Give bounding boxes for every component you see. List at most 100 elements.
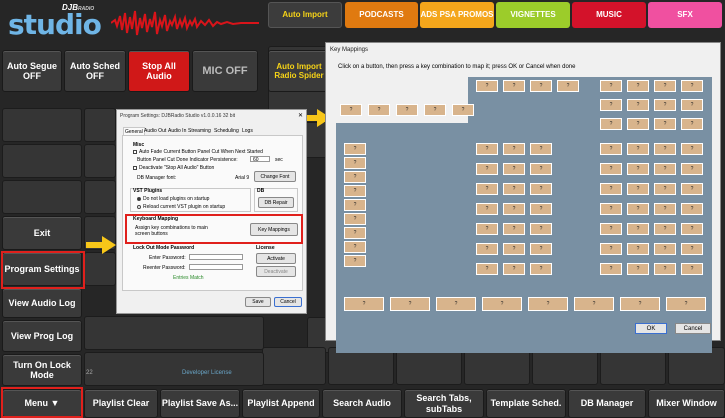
key-mapping-button[interactable]: ? xyxy=(627,243,649,255)
key-mapping-button[interactable]: ? xyxy=(344,185,366,197)
key-mapping-button[interactable]: ? xyxy=(530,183,552,195)
grid-cell[interactable] xyxy=(84,316,264,350)
key-mapping-button[interactable]: ? xyxy=(600,203,622,215)
key-mapping-button[interactable]: ? xyxy=(396,104,418,116)
key-mapping-button[interactable]: ? xyxy=(600,243,622,255)
key-mapping-button[interactable]: ? xyxy=(476,243,498,255)
deactivate-button[interactable]: Deactivate xyxy=(256,266,296,277)
bottom-toolbar-button[interactable]: DB Manager xyxy=(568,389,646,418)
grid-cell[interactable] xyxy=(2,180,82,214)
key-mapping-button[interactable]: ? xyxy=(666,297,706,311)
key-mappings-button[interactable]: Key Mappings xyxy=(250,223,298,236)
key-mapping-button[interactable]: ? xyxy=(530,203,552,215)
key-mapping-button[interactable]: ? xyxy=(600,143,622,155)
key-mapping-button[interactable]: ? xyxy=(503,80,525,92)
key-mapping-button[interactable]: ? xyxy=(600,223,622,235)
key-mapping-button[interactable]: ? xyxy=(627,263,649,275)
key-mapping-button[interactable]: ? xyxy=(654,263,676,275)
key-mapping-button[interactable]: ? xyxy=(681,163,703,175)
enter-password-input[interactable] xyxy=(189,254,243,260)
grid-cell[interactable] xyxy=(2,144,82,178)
key-mapping-button[interactable]: ? xyxy=(344,213,366,225)
key-mapping-button[interactable]: ? xyxy=(600,163,622,175)
key-mapping-button[interactable]: ? xyxy=(654,118,676,130)
key-mapping-button[interactable]: ? xyxy=(530,163,552,175)
key-mapping-button[interactable]: ? xyxy=(557,80,579,92)
key-mapping-button[interactable]: ? xyxy=(344,143,366,155)
key-mapping-button[interactable]: ? xyxy=(482,297,522,311)
view-audio-log-button[interactable]: View Audio Log xyxy=(2,288,82,318)
key-mapping-button[interactable]: ? xyxy=(503,243,525,255)
key-mapping-button[interactable]: ? xyxy=(476,163,498,175)
key-mapping-button[interactable]: ? xyxy=(681,143,703,155)
key-mapping-button[interactable]: ? xyxy=(436,297,476,311)
key-mapping-button[interactable]: ? xyxy=(681,203,703,215)
key-mapping-button[interactable]: ? xyxy=(681,118,703,130)
key-mapping-button[interactable]: ? xyxy=(627,163,649,175)
key-mapping-button[interactable]: ? xyxy=(681,223,703,235)
key-mapping-button[interactable]: ? xyxy=(627,223,649,235)
category-tab[interactable]: Auto Import xyxy=(268,2,342,28)
key-mapping-button[interactable]: ? xyxy=(681,183,703,195)
key-mapping-button[interactable]: ? xyxy=(344,171,366,183)
key-mapping-button[interactable]: ? xyxy=(654,243,676,255)
close-icon[interactable]: ✕ xyxy=(298,112,303,119)
key-mapping-button[interactable]: ? xyxy=(600,263,622,275)
category-tab[interactable]: ADS PSA PROMOS xyxy=(420,2,494,28)
key-mapping-button[interactable]: ? xyxy=(452,104,474,116)
bottom-toolbar-button[interactable]: Playlist Append xyxy=(242,389,320,418)
key-mapping-button[interactable]: ? xyxy=(530,263,552,275)
key-mapping-button[interactable]: ? xyxy=(503,223,525,235)
key-mapping-button[interactable]: ? xyxy=(627,143,649,155)
key-mapping-button[interactable]: ? xyxy=(620,297,660,311)
key-mapping-button[interactable]: ? xyxy=(627,118,649,130)
exit-button[interactable]: Exit xyxy=(2,216,82,250)
grid-cell[interactable] xyxy=(84,180,116,214)
cancel-button[interactable]: Cancel xyxy=(274,297,302,307)
key-mapping-button[interactable]: ? xyxy=(476,143,498,155)
key-mapping-button[interactable]: ? xyxy=(368,104,390,116)
key-mapping-button[interactable]: ? xyxy=(600,99,622,111)
key-mapping-button[interactable]: ? xyxy=(627,203,649,215)
key-mapping-button[interactable]: ? xyxy=(340,104,362,116)
category-tab[interactable]: SFX xyxy=(648,2,722,28)
key-mapping-button[interactable]: ? xyxy=(476,80,498,92)
settings-tab[interactable]: General xyxy=(123,127,145,135)
key-mapping-button[interactable]: ? xyxy=(681,99,703,111)
key-mapping-button[interactable]: ? xyxy=(503,143,525,155)
key-mapping-button[interactable]: ? xyxy=(681,263,703,275)
key-mapping-button[interactable]: ? xyxy=(654,143,676,155)
key-mapping-button[interactable]: ? xyxy=(627,183,649,195)
activate-button[interactable]: Activate xyxy=(256,253,296,264)
auto-import-spider-button[interactable]: Auto Import Radio Spider xyxy=(268,50,330,92)
key-mapping-button[interactable]: ? xyxy=(344,297,384,311)
key-mapping-button[interactable]: ? xyxy=(681,80,703,92)
key-mapping-button[interactable]: ? xyxy=(503,263,525,275)
auto-fade-checkbox[interactable]: Auto Fade Current Button Panel Cut When … xyxy=(133,149,263,155)
key-mapping-button[interactable]: ? xyxy=(476,183,498,195)
bottom-toolbar-button[interactable]: Search Tabs, subTabs xyxy=(404,389,484,418)
key-mapping-button[interactable]: ? xyxy=(528,297,568,311)
key-mapping-button[interactable]: ? xyxy=(654,183,676,195)
key-mapping-button[interactable]: ? xyxy=(344,157,366,169)
key-mapping-button[interactable]: ? xyxy=(503,163,525,175)
key-mapping-button[interactable]: ? xyxy=(574,297,614,311)
key-mapping-button[interactable]: ? xyxy=(654,203,676,215)
bottom-toolbar-button[interactable]: Search Audio xyxy=(322,389,402,418)
key-mapping-button[interactable]: ? xyxy=(654,163,676,175)
key-mapping-button[interactable]: ? xyxy=(627,80,649,92)
settings-tab[interactable]: Streaming xyxy=(187,127,212,135)
grid-cell[interactable] xyxy=(84,252,116,286)
key-mapping-button[interactable]: ? xyxy=(390,297,430,311)
persistence-input[interactable]: 60 xyxy=(250,156,270,163)
deactivate-stop-checkbox[interactable]: Deactivate "Stop All Audio" Button xyxy=(133,165,214,171)
auto-sched-button[interactable]: Auto Sched OFF xyxy=(64,50,126,92)
key-mapping-button[interactable]: ? xyxy=(654,80,676,92)
key-mapping-button[interactable]: ? xyxy=(600,80,622,92)
key-mapping-button[interactable]: ? xyxy=(681,243,703,255)
key-mapping-button[interactable]: ? xyxy=(503,203,525,215)
key-mapping-button[interactable]: ? xyxy=(530,80,552,92)
grid-cell[interactable] xyxy=(84,144,116,178)
turn-on-lock-mode-button[interactable]: Turn On Lock Mode xyxy=(2,354,82,386)
key-mapping-button[interactable]: ? xyxy=(476,203,498,215)
